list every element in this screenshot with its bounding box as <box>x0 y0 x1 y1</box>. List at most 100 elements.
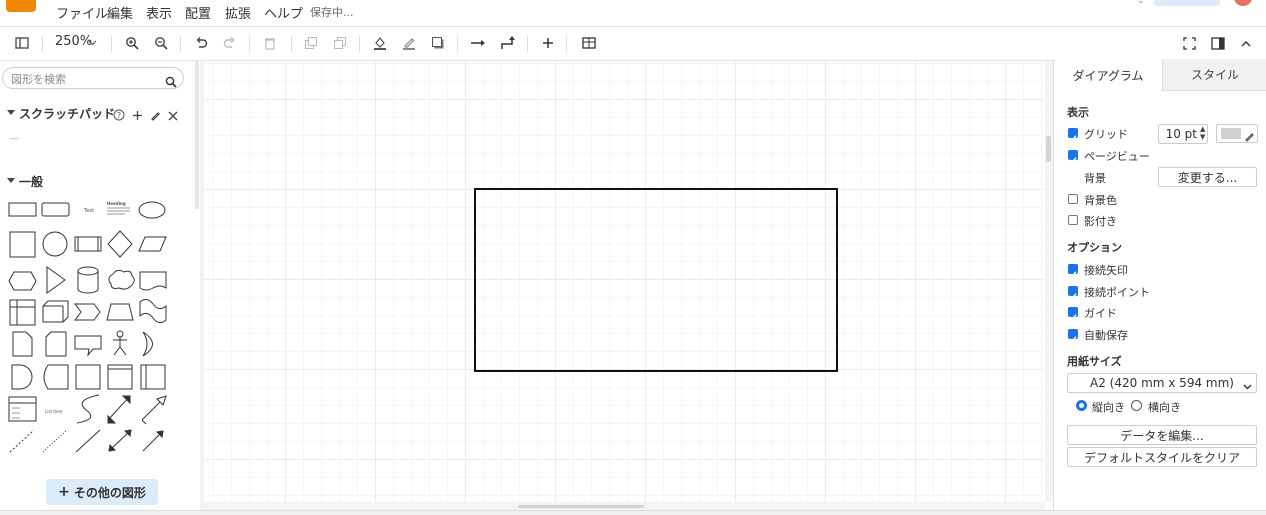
grid-checkbox[interactable] <box>1068 128 1078 142</box>
status-bar <box>0 510 1266 515</box>
shape-hexagon <box>8 271 37 291</box>
scratchpad-title[interactable]: スクラッチパッド <box>19 105 115 122</box>
background-color-checkbox[interactable] <box>1068 194 1078 204</box>
shape-cloud <box>108 269 135 290</box>
delete-icon[interactable] <box>259 32 281 54</box>
shape-heading-label[interactable]: Heading <box>107 201 126 206</box>
shape-triangle <box>46 266 66 294</box>
view-heading: 表示 <box>1067 106 1089 119</box>
shape-palette[interactable] <box>0 194 190 464</box>
collapse-icon[interactable] <box>1235 32 1257 54</box>
menu-file[interactable]: ファイル <box>56 3 108 22</box>
shape-list-item-label[interactable]: List Item <box>45 409 62 414</box>
avatar[interactable] <box>1234 0 1252 6</box>
add-icon[interactable] <box>132 106 143 125</box>
shape-dotted-line <box>42 429 68 453</box>
shape-and <box>11 364 33 390</box>
general-collapse-icon[interactable] <box>7 178 15 183</box>
grid-size-stepper-icon[interactable]: ▲ ▼ <box>1200 125 1205 141</box>
toolbar-divider <box>457 36 458 52</box>
shape-square <box>9 231 36 258</box>
redo-icon[interactable] <box>219 32 241 54</box>
tab-style[interactable]: スタイル <box>1162 59 1266 91</box>
shape-diamond <box>107 230 133 258</box>
search-input[interactable]: 図形を検索 <box>2 67 184 89</box>
background-color-label: 背景色 <box>1084 194 1117 207</box>
fullscreen-icon[interactable] <box>1178 32 1200 54</box>
toolbar-divider <box>359 36 360 52</box>
shape-list <box>8 396 37 422</box>
zoom-in-icon[interactable] <box>121 32 143 54</box>
search-icon[interactable] <box>165 73 177 92</box>
toolbar-divider <box>42 36 43 52</box>
toolbar-divider <box>291 36 292 52</box>
fill-color-icon[interactable] <box>369 32 391 54</box>
waypoints-icon[interactable] <box>497 32 519 54</box>
edit-data-button[interactable]: データを編集... <box>1067 425 1257 445</box>
to-front-icon[interactable] <box>300 32 322 54</box>
toolbar: 250% <box>0 26 1266 61</box>
horizontal-scroll-thumb[interactable] <box>518 505 644 508</box>
menu-extras[interactable]: 拡張 <box>225 3 251 22</box>
shape-parallelogram <box>138 236 167 252</box>
menu-help[interactable]: ヘルプ <box>264 3 303 22</box>
grid-color-picker[interactable] <box>1216 124 1258 143</box>
help-icon[interactable]: ? <box>113 106 125 125</box>
menu-view[interactable]: 表示 <box>146 3 172 22</box>
canvas-vertical-scrollbar[interactable] <box>1045 61 1053 502</box>
toolbar-divider <box>566 36 567 52</box>
landscape-radio[interactable] <box>1131 400 1142 411</box>
page-view-checkbox[interactable] <box>1068 150 1078 164</box>
edit-icon[interactable] <box>150 106 161 125</box>
page-view-label: ページビュー <box>1084 150 1150 163</box>
to-back-icon[interactable] <box>329 32 351 54</box>
rectangle-shape[interactable] <box>474 188 838 372</box>
shape-arrow <box>141 395 167 421</box>
general-title[interactable]: 一般 <box>19 173 43 190</box>
shape-text-label[interactable]: Text <box>84 208 94 214</box>
close-icon[interactable] <box>168 106 178 125</box>
autosave-label: 自動保存 <box>1084 329 1128 342</box>
connection-arrows-checkbox[interactable] <box>1068 264 1078 278</box>
shadow-checkbox[interactable] <box>1068 215 1078 225</box>
connection-icon[interactable] <box>467 32 489 54</box>
zoom-out-icon[interactable] <box>150 32 172 54</box>
portrait-label: 縦向き <box>1092 401 1125 414</box>
shadow-label: 影付き <box>1084 215 1117 228</box>
line-color-icon[interactable] <box>398 32 420 54</box>
shape-note <box>12 331 33 357</box>
insert-icon[interactable] <box>537 32 559 54</box>
more-shapes-button[interactable]: + その他の図形 <box>46 479 158 505</box>
drawio-logo[interactable] <box>6 0 36 12</box>
user-status-icon: ⌄ <box>1137 0 1145 6</box>
connection-points-checkbox[interactable] <box>1068 286 1078 300</box>
tab-diagram[interactable]: ダイアグラム <box>1054 59 1162 91</box>
change-background-button[interactable]: 変更する... <box>1158 167 1257 187</box>
undo-icon[interactable] <box>190 32 212 54</box>
chevron-down-icon[interactable] <box>85 32 99 54</box>
menu-edit[interactable]: 編集 <box>107 3 133 22</box>
portrait-radio[interactable] <box>1076 400 1087 411</box>
format-panel-icon[interactable] <box>11 32 33 54</box>
menu-arrange[interactable]: 配置 <box>185 3 211 22</box>
toolbar-divider <box>527 36 528 52</box>
pencil-icon <box>1244 127 1255 146</box>
table-icon[interactable] <box>578 32 600 54</box>
toolbar-divider <box>180 36 181 52</box>
shape-step <box>74 303 101 321</box>
shape-curve <box>76 394 100 424</box>
sidebar-scrollbar[interactable] <box>195 61 199 209</box>
paper-size-select[interactable]: A2 (420 mm x 594 mm) <box>1067 373 1257 393</box>
clear-default-style-button[interactable]: デフォルトスタイルをクリア <box>1067 447 1257 467</box>
guides-checkbox[interactable] <box>1068 307 1078 321</box>
shape-process <box>74 236 102 252</box>
shape-tape <box>139 298 167 324</box>
toggle-panel-icon[interactable] <box>1207 32 1229 54</box>
scratchpad-collapse-icon[interactable] <box>7 110 15 115</box>
autosave-checkbox[interactable] <box>1068 329 1078 343</box>
shadow-icon[interactable] <box>427 32 449 54</box>
shape-rectangle <box>8 202 37 217</box>
shape-internal-storage <box>75 364 101 390</box>
share-button[interactable] <box>1154 0 1220 6</box>
vertical-scroll-thumb[interactable] <box>1046 136 1051 162</box>
